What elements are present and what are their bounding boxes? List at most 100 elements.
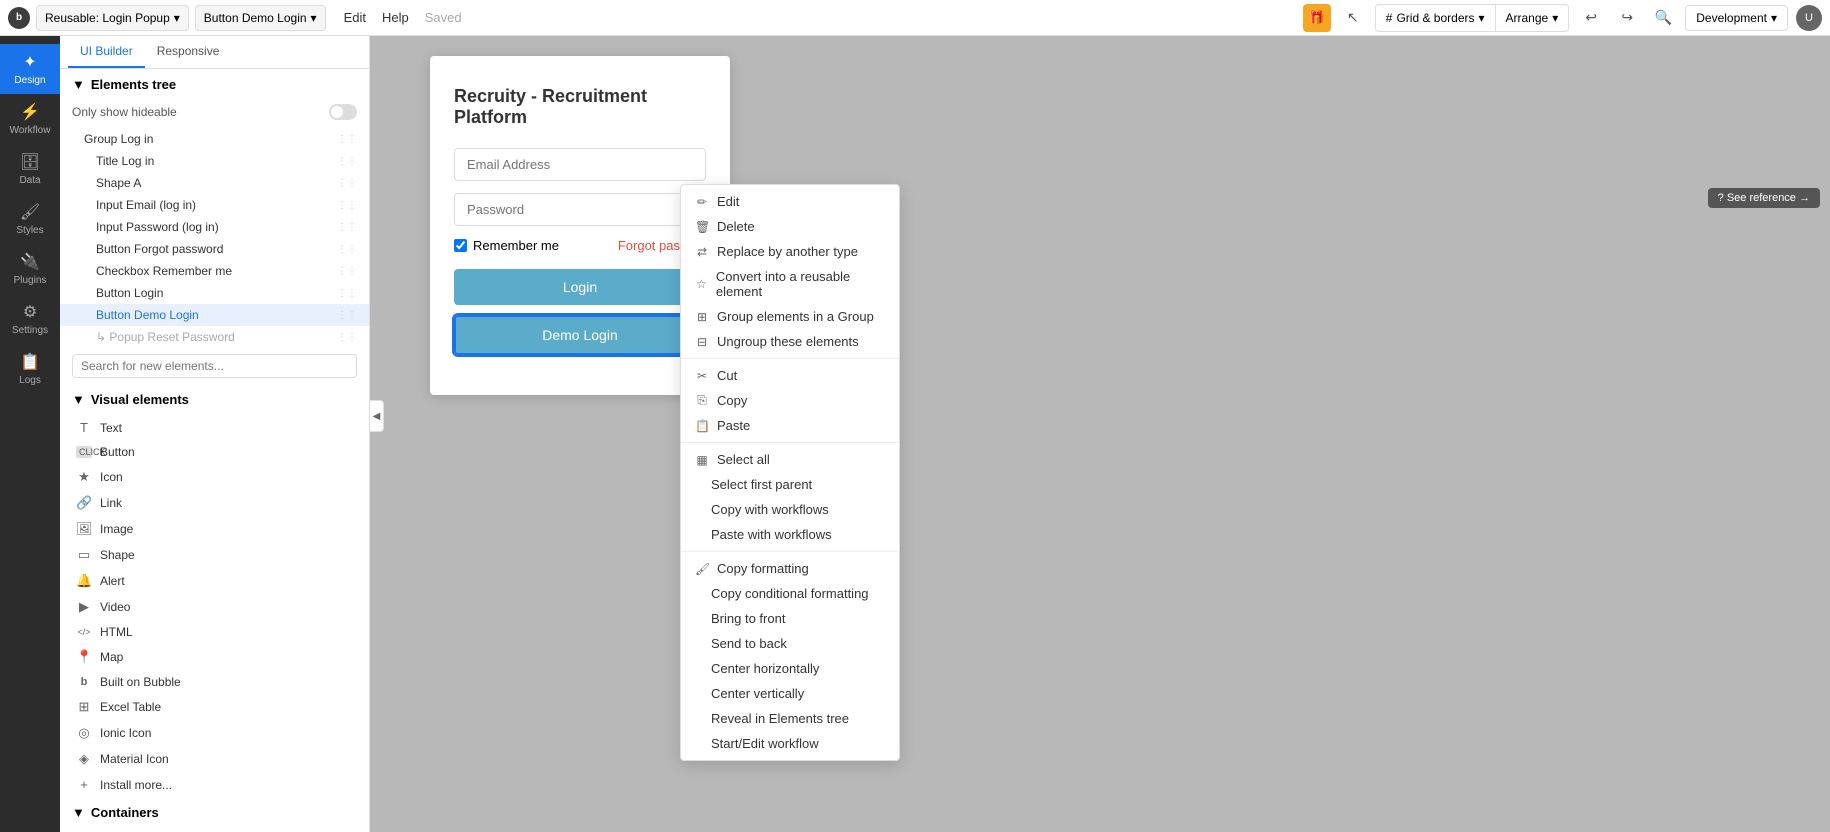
- tree-item-btn-forgot[interactable]: Button Forgot password ⋮⋮: [60, 238, 369, 260]
- element-html[interactable]: </> HTML: [60, 620, 369, 644]
- tree-item-btn-demo-login[interactable]: Button Demo Login ⋮⋮: [60, 304, 369, 326]
- tab-responsive[interactable]: Responsive: [145, 36, 232, 68]
- tab-ui-builder[interactable]: UI Builder: [68, 36, 145, 68]
- element-material-icon[interactable]: ◈ Material Icon: [60, 746, 369, 772]
- element-link[interactable]: 🔗 Link: [60, 490, 369, 516]
- password-input[interactable]: [454, 193, 706, 226]
- html-icon: </>: [76, 627, 92, 637]
- element-ionic-icon[interactable]: ◎ Ionic Icon: [60, 720, 369, 746]
- tree-item-shape-a[interactable]: Shape A ⋮⋮: [60, 172, 369, 194]
- element-install-more[interactable]: + Install more...: [60, 772, 369, 797]
- ctx-cut[interactable]: ✂ Cut: [681, 363, 899, 388]
- panel-collapse-arrow[interactable]: ◀: [370, 400, 384, 432]
- ctx-copy-workflows[interactable]: Copy with workflows: [681, 497, 899, 522]
- sidebar-item-design[interactable]: ✦ Design: [0, 44, 60, 94]
- tree-item-input-email[interactable]: Input Email (log in) ⋮⋮: [60, 194, 369, 216]
- redo-btn[interactable]: ↪: [1613, 4, 1641, 32]
- remember-checkbox[interactable]: [454, 239, 467, 252]
- sidebar-item-settings[interactable]: ⚙ Settings: [0, 294, 60, 344]
- visual-elements-header[interactable]: ▼ Visual elements: [60, 384, 369, 415]
- gift-button[interactable]: 🎁: [1303, 4, 1331, 32]
- chevron-down-icon: ▾: [311, 11, 317, 25]
- sidebar-item-plugins[interactable]: 🔌 Plugins: [0, 244, 60, 294]
- excel-icon: ⊞: [76, 699, 92, 715]
- chevron-down-icon: ▾: [1771, 11, 1777, 25]
- login-button[interactable]: Login: [454, 269, 706, 305]
- ctx-replace[interactable]: ⇄ Replace by another type: [681, 239, 899, 264]
- ctx-center-vertically[interactable]: Center vertically: [681, 681, 899, 706]
- page-dropdown[interactable]: Button Demo Login ▾: [195, 5, 326, 31]
- design-icon: ✦: [23, 52, 36, 72]
- ctx-paste-workflows[interactable]: Paste with workflows: [681, 522, 899, 547]
- ctx-paste[interactable]: 📋 Paste: [681, 413, 899, 438]
- element-video[interactable]: ▶ Video: [60, 594, 369, 620]
- see-reference-btn[interactable]: ? See reference →: [1708, 188, 1820, 208]
- sidebar-item-workflow[interactable]: ⚡ Workflow: [0, 94, 60, 144]
- tree-item-input-password[interactable]: Input Password (log in) ⋮⋮: [60, 216, 369, 238]
- element-alert[interactable]: 🔔 Alert: [60, 568, 369, 594]
- ctx-edit[interactable]: ✏ Edit: [681, 189, 899, 214]
- saved-status: Saved: [425, 10, 462, 25]
- ionic-icon: ◎: [76, 725, 92, 741]
- sidebar-item-data[interactable]: 🗄 Data: [0, 144, 60, 194]
- video-icon: ▶: [76, 599, 92, 615]
- context-menu: ✏ Edit 🗑 Delete ⇄ Replace by another typ…: [680, 184, 900, 761]
- element-image[interactable]: 🖼 Image: [60, 516, 369, 542]
- elements-tree-header: ▼ Elements tree: [60, 69, 369, 100]
- development-btn[interactable]: Development ▾: [1685, 5, 1788, 31]
- left-sidebar: ✦ Design ⚡ Workflow 🗄 Data 🖌 Styles 🔌 Pl…: [0, 36, 60, 832]
- help-nav[interactable]: Help: [382, 10, 409, 25]
- tree-item-btn-login[interactable]: Button Login ⋮⋮: [60, 282, 369, 304]
- reusable-dropdown[interactable]: Reusable: Login Popup ▾: [36, 5, 189, 31]
- tree-item-checkbox-remember[interactable]: Checkbox Remember me ⋮⋮: [60, 260, 369, 282]
- element-text[interactable]: T Text: [60, 415, 369, 440]
- tree-toggle[interactable]: ▼: [72, 77, 85, 92]
- element-shape[interactable]: ▭ Shape: [60, 542, 369, 568]
- sidebar-item-logs[interactable]: 📋 Logs: [0, 344, 60, 394]
- search-btn[interactable]: 🔍: [1649, 4, 1677, 32]
- bubble-logo[interactable]: b: [8, 7, 30, 29]
- ctx-ungroup[interactable]: ⊟ Ungroup these elements: [681, 329, 899, 354]
- plugins-icon: 🔌: [20, 252, 40, 272]
- ctx-copy[interactable]: ⎘ Copy: [681, 388, 899, 413]
- panel-tabs: UI Builder Responsive: [60, 36, 369, 69]
- email-input[interactable]: [454, 148, 706, 181]
- collapse-icon: ▼: [72, 392, 85, 407]
- ctx-select-first-parent[interactable]: Select first parent: [681, 472, 899, 497]
- grid-borders-btn[interactable]: # Grid & borders ▾: [1376, 5, 1496, 31]
- ctx-reveal-elements-tree[interactable]: Reveal in Elements tree: [681, 706, 899, 731]
- edit-nav[interactable]: Edit: [344, 10, 366, 25]
- arrange-btn[interactable]: Arrange ▾: [1496, 5, 1569, 31]
- ctx-copy-formatting[interactable]: 🖌 Copy formatting: [681, 556, 899, 581]
- containers-header[interactable]: ▼ Containers: [60, 797, 369, 828]
- group-icon: ⊞: [695, 310, 709, 324]
- element-icon[interactable]: ★ Icon: [60, 464, 369, 490]
- only-show-hideable-row: Only show hideable: [60, 100, 369, 128]
- search-input[interactable]: [72, 354, 357, 378]
- element-map[interactable]: 📍 Map: [60, 644, 369, 670]
- ctx-sep-1: [681, 358, 899, 359]
- demo-login-button[interactable]: Demo Login: [454, 315, 706, 355]
- ctx-center-horizontally[interactable]: Center horizontally: [681, 656, 899, 681]
- tree-item-popup-reset[interactable]: ↳ Popup Reset Password ⋮⋮: [60, 326, 369, 348]
- element-button[interactable]: CLICK Button: [60, 440, 369, 464]
- tree-item-group-login[interactable]: Group Log in ⋮⋮: [60, 128, 369, 150]
- ctx-group[interactable]: ⊞ Group elements in a Group: [681, 304, 899, 329]
- undo-btn[interactable]: ↩: [1577, 4, 1605, 32]
- hideable-toggle[interactable]: [329, 104, 357, 120]
- element-excel-table[interactable]: ⊞ Excel Table: [60, 694, 369, 720]
- ctx-delete[interactable]: 🗑 Delete: [681, 214, 899, 239]
- text-icon: T: [76, 420, 92, 435]
- cursor-tool[interactable]: ↖: [1339, 4, 1367, 32]
- ctx-bring-to-front[interactable]: Bring to front: [681, 606, 899, 631]
- sidebar-item-styles[interactable]: 🖌 Styles: [0, 194, 60, 244]
- ctx-select-all[interactable]: ▦ Select all: [681, 447, 899, 472]
- ctx-convert-reusable[interactable]: ☆ Convert into a reusable element: [681, 264, 899, 304]
- ctx-start-edit-workflow[interactable]: Start/Edit workflow: [681, 731, 899, 756]
- ctx-copy-conditional-formatting[interactable]: Copy conditional formatting: [681, 581, 899, 606]
- tree-item-title-login[interactable]: Title Log in ⋮⋮: [60, 150, 369, 172]
- avatar[interactable]: U: [1796, 5, 1822, 31]
- element-built-on-bubble[interactable]: b Built on Bubble: [60, 670, 369, 694]
- ctx-send-to-back[interactable]: Send to back: [681, 631, 899, 656]
- popup-title: Recruity - Recruitment Platform: [454, 86, 706, 128]
